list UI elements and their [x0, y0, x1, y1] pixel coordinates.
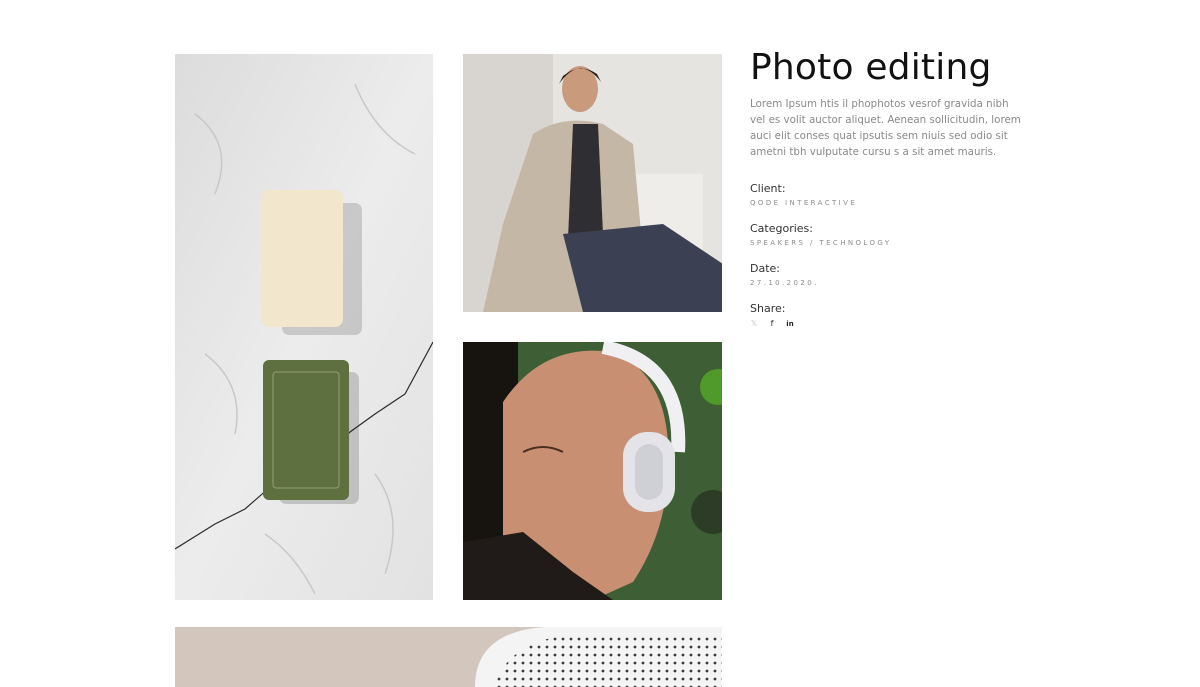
date-label: Date:: [750, 262, 780, 275]
twitter-icon[interactable]: 𝕏: [750, 319, 758, 329]
woman-coat-photo: [463, 54, 722, 312]
project-info: Photo editing Lorem Ipsum htis il phopho…: [750, 44, 1025, 342]
meta-client: Client: Qode Interactive: [750, 181, 1025, 208]
meta-share: Share: 𝕏 f in: [750, 301, 1025, 329]
speaker-photo: [175, 627, 722, 687]
gallery-image-woman-coat[interactable]: [463, 54, 722, 312]
project-description: Lorem Ipsum htis il phophotos vesrof gra…: [750, 98, 1021, 158]
linkedin-icon[interactable]: in: [786, 319, 794, 329]
client-label: Client:: [750, 182, 786, 195]
headphones-photo: [463, 342, 722, 600]
soap-photo: [175, 54, 433, 600]
project-meta: Client: Qode Interactive Categories: Spe…: [750, 181, 1025, 329]
categories-value[interactable]: Speakers / Technology: [750, 238, 1025, 248]
gallery-image-soap[interactable]: [175, 54, 433, 600]
meta-date: Date: 27.10.2020.: [750, 261, 1025, 288]
gallery-image-headphones[interactable]: [463, 342, 722, 600]
facebook-icon[interactable]: f: [768, 319, 776, 329]
project-title: Photo editing: [750, 47, 992, 88]
gallery-image-speaker[interactable]: [175, 627, 722, 687]
share-label: Share:: [750, 302, 786, 315]
meta-categories: Categories: Speakers / Technology: [750, 221, 1025, 248]
categories-label: Categories:: [750, 222, 813, 235]
share-icons: 𝕏 f in: [750, 319, 1025, 329]
client-value: Qode Interactive: [750, 199, 858, 207]
date-value: 27.10.2020.: [750, 279, 819, 287]
